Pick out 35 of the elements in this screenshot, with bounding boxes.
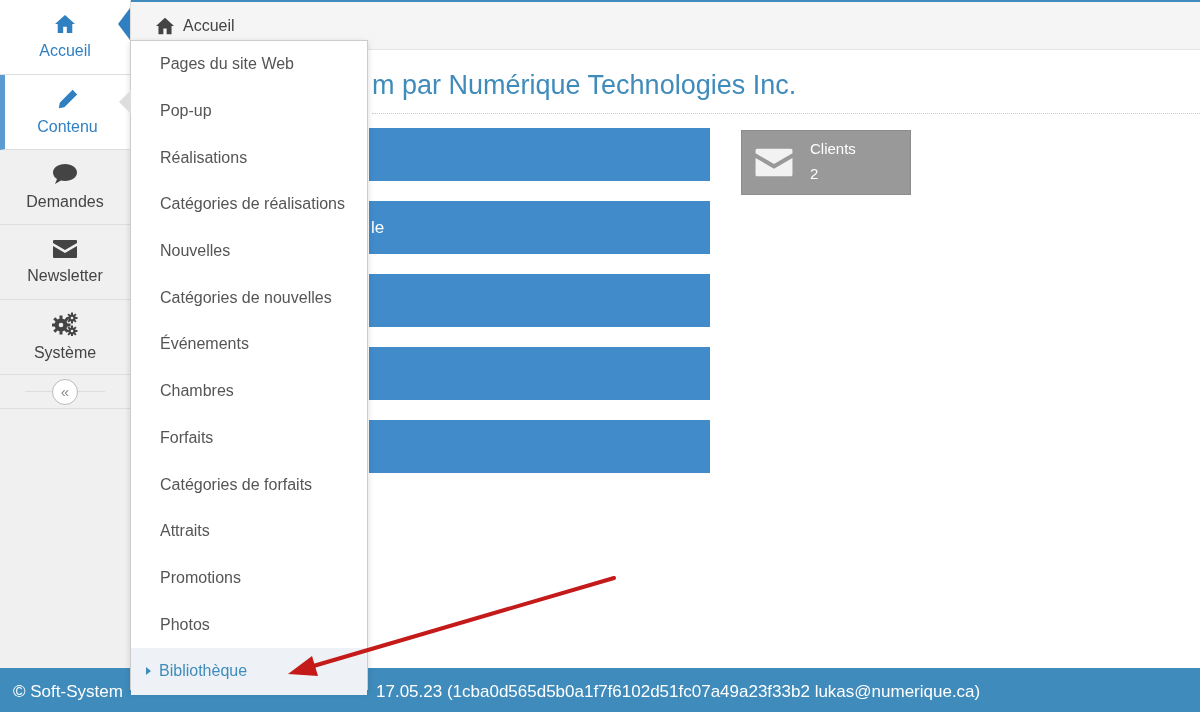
envelope-icon bbox=[52, 239, 78, 259]
page-title: m par Numérique Technologies Inc. bbox=[372, 70, 1200, 114]
menu-item[interactable]: Pages du site Web bbox=[131, 41, 367, 88]
menu-item[interactable]: Chambres bbox=[131, 367, 367, 415]
menu-item[interactable]: Catégories de réalisations bbox=[131, 181, 367, 228]
menu-item[interactable]: Attraits bbox=[131, 507, 367, 555]
envelope-icon bbox=[754, 147, 794, 178]
pencil-icon bbox=[56, 88, 79, 110]
shortcut-button[interactable] bbox=[369, 274, 710, 327]
menu-item[interactable]: Pop-up bbox=[131, 87, 367, 135]
shortcut-button[interactable] bbox=[369, 128, 710, 181]
copyright-text: © Soft-System bbox=[13, 682, 123, 702]
stat-label: Clients bbox=[810, 140, 856, 157]
menu-item[interactable]: Promotions bbox=[131, 554, 367, 602]
collapse-button[interactable]: « bbox=[52, 378, 78, 405]
sidebar-item[interactable]: Contenu bbox=[0, 75, 130, 150]
shortcut-button[interactable]: le bbox=[369, 201, 710, 254]
chat-bubble-icon bbox=[52, 163, 78, 185]
menu-item[interactable]: Catégories de forfaits bbox=[131, 461, 367, 508]
menu-item[interactable]: Forfaits bbox=[131, 414, 367, 462]
menu-item[interactable]: Nouvelles bbox=[131, 227, 367, 275]
caret-icon bbox=[146, 667, 151, 676]
home-icon bbox=[54, 14, 76, 34]
menu-item[interactable]: Catégories de nouvelles bbox=[131, 274, 367, 322]
shortcut-button[interactable] bbox=[369, 347, 710, 400]
stat-value: 2 bbox=[810, 165, 820, 182]
version-text: 17.05.23 (1cba0d565d5b0a1f7f6102d51fc07a49a23f33b2 lukas@numerique.ca) bbox=[376, 682, 981, 702]
menu-item[interactable]: Réalisations bbox=[131, 134, 367, 182]
gears-icon bbox=[52, 312, 78, 336]
breadcrumb-link[interactable]: Accueil bbox=[183, 16, 235, 35]
sidebar-item[interactable]: Accueil bbox=[0, 0, 130, 75]
shortcut-button[interactable] bbox=[369, 420, 710, 473]
menu-item[interactable]: Événements bbox=[131, 321, 367, 368]
home-icon bbox=[155, 16, 175, 35]
menu-item[interactable]: Photos bbox=[131, 601, 367, 648]
